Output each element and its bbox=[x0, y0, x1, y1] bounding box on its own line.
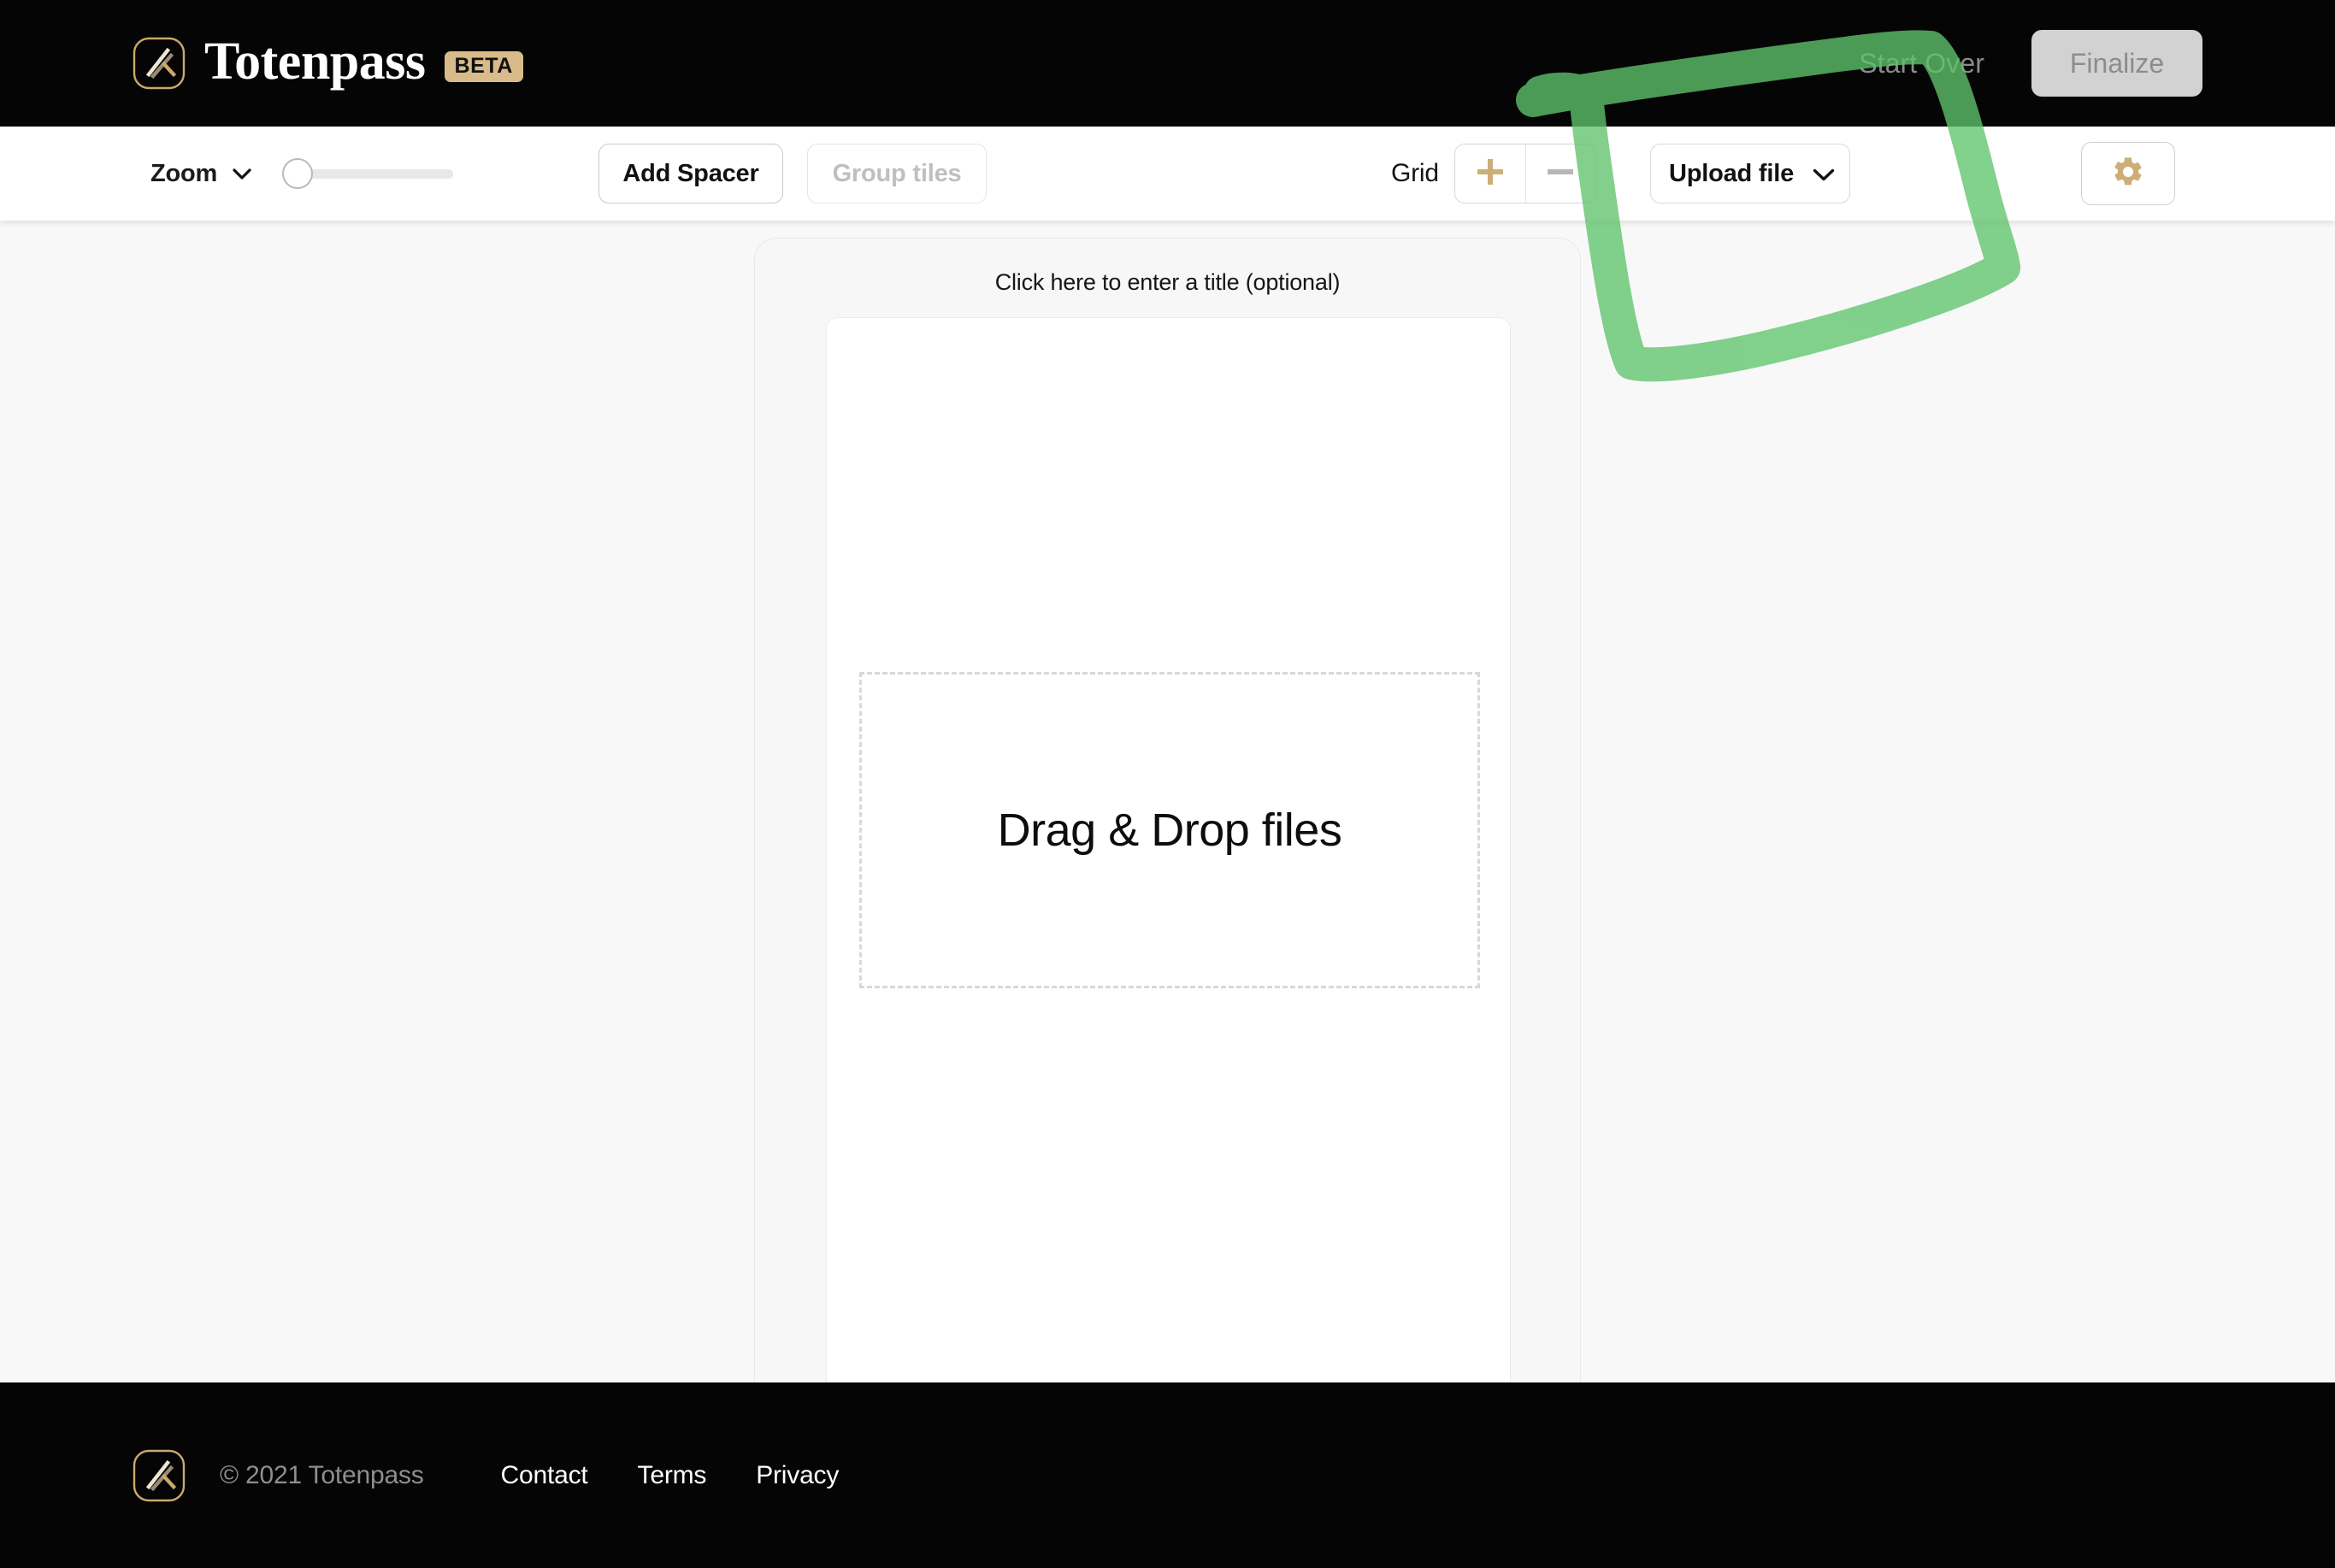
beta-badge: BETA bbox=[444, 51, 523, 82]
header-actions: Start Over Finalize bbox=[1859, 0, 2202, 127]
start-over-button[interactable]: Start Over bbox=[1859, 48, 1984, 80]
copyright-text: © 2021 Totenpass bbox=[220, 1460, 424, 1489]
dropzone-label: Drag & Drop files bbox=[997, 805, 1342, 856]
totenpass-logo-icon bbox=[133, 37, 186, 90]
gear-icon bbox=[2111, 155, 2145, 193]
brand[interactable]: Totenpass BETA bbox=[133, 32, 523, 91]
file-dropzone[interactable]: Drag & Drop files bbox=[859, 672, 1480, 988]
upload-file-button[interactable]: Upload file bbox=[1650, 144, 1850, 203]
chevron-down-icon[interactable] bbox=[233, 168, 251, 180]
finalize-button[interactable]: Finalize bbox=[2031, 30, 2202, 97]
grid-control: Grid bbox=[1391, 127, 1596, 221]
plus-icon bbox=[1476, 157, 1505, 191]
upload-file-label: Upload file bbox=[1668, 159, 1795, 187]
totenpass-logo-icon bbox=[133, 1449, 186, 1502]
grid-label: Grid bbox=[1391, 159, 1439, 187]
document-page[interactable]: Drag & Drop files bbox=[826, 317, 1511, 1382]
grid-segmented-control bbox=[1453, 144, 1596, 203]
brand-name: Totenpass bbox=[204, 32, 426, 91]
document-title-input[interactable]: Click here to enter a title (optional) bbox=[755, 269, 1580, 296]
add-spacer-button[interactable]: Add Spacer bbox=[598, 144, 783, 203]
zoom-slider[interactable] bbox=[282, 157, 454, 190]
minus-icon bbox=[1546, 157, 1575, 191]
footer-links: Contact Terms Privacy bbox=[501, 1461, 840, 1490]
footer-link-terms[interactable]: Terms bbox=[638, 1461, 707, 1490]
footer-link-privacy[interactable]: Privacy bbox=[756, 1461, 839, 1490]
editor-workspace: Click here to enter a title (optional) D… bbox=[0, 221, 2335, 1382]
zoom-control: Zoom bbox=[150, 127, 454, 221]
settings-button[interactable] bbox=[2081, 142, 2175, 205]
document-card: Click here to enter a title (optional) D… bbox=[754, 238, 1581, 1382]
group-tiles-button: Group tiles bbox=[807, 144, 987, 203]
app-header: Totenpass BETA Start Over Finalize bbox=[0, 0, 2335, 127]
app-root: Totenpass BETA Start Over Finalize Zoom … bbox=[0, 0, 2335, 1568]
editor-toolbar: Zoom Add Spacer Group tiles Grid Upload … bbox=[0, 127, 2335, 221]
grid-increase-button[interactable] bbox=[1454, 144, 1525, 203]
zoom-label: Zoom bbox=[150, 159, 218, 187]
footer-link-contact[interactable]: Contact bbox=[501, 1461, 588, 1490]
zoom-slider-thumb[interactable] bbox=[282, 158, 314, 189]
app-footer: © 2021 Totenpass Contact Terms Privacy bbox=[0, 1382, 2335, 1568]
chevron-down-icon bbox=[1813, 168, 1835, 180]
grid-decrease-button[interactable] bbox=[1524, 144, 1595, 203]
